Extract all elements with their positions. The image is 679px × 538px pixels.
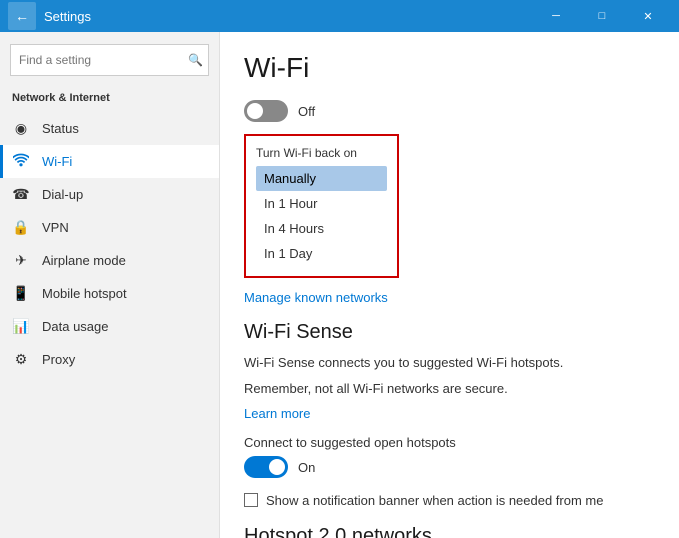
sidebar-item-status[interactable]: ◉ Status: [0, 112, 219, 145]
wifi-icon: [12, 153, 30, 170]
content-area: Wi-Fi Off Turn Wi-Fi back on Manually In…: [220, 32, 679, 538]
search-icon: 🔍: [188, 53, 203, 67]
minimize-button[interactable]: ─: [533, 0, 579, 32]
sidebar-item-dialup[interactable]: ☎ Dial-up: [0, 178, 219, 211]
dropdown-option-1hour[interactable]: In 1 Hour: [256, 191, 387, 216]
manage-networks-link[interactable]: Manage known networks: [244, 290, 655, 305]
close-button[interactable]: ✕: [625, 0, 671, 32]
sidebar-label-hotspot: Mobile hotspot: [42, 286, 127, 301]
page-title: Wi-Fi: [244, 52, 655, 84]
wifi-back-on-dropdown[interactable]: Turn Wi-Fi back on Manually In 1 Hour In…: [244, 134, 399, 278]
app-body: 🔍 Network & Internet ◉ Status Wi-Fi ☎ Di…: [0, 32, 679, 538]
sidebar-section-title: Network & Internet: [0, 88, 219, 112]
connect-toggle-row: On: [244, 456, 655, 478]
titlebar-controls: ─ □ ✕: [533, 0, 671, 32]
sidebar-label-vpn: VPN: [42, 220, 69, 235]
airplane-icon: ✈: [12, 252, 30, 269]
sidebar-label-airplane: Airplane mode: [42, 253, 126, 268]
sidebar-item-proxy[interactable]: ⚙ Proxy: [0, 343, 219, 376]
toggle-thumb: [247, 103, 263, 119]
connect-toggle-label: On: [298, 460, 315, 475]
back-icon: ←: [15, 8, 29, 24]
wifi-sense-title: Wi-Fi Sense: [244, 321, 655, 344]
sidebar: 🔍 Network & Internet ◉ Status Wi-Fi ☎ Di…: [0, 32, 220, 538]
sidebar-label-datausage: Data usage: [42, 319, 109, 334]
maximize-icon: □: [599, 10, 606, 22]
titlebar-left: ← Settings: [8, 2, 91, 30]
hotspot-icon: 📱: [12, 285, 30, 302]
dropdown-label: Turn Wi-Fi back on: [256, 146, 387, 160]
maximize-button[interactable]: □: [579, 0, 625, 32]
status-icon: ◉: [12, 120, 30, 137]
sense-description1: Wi-Fi Sense connects you to suggested Wi…: [244, 354, 655, 372]
hotspot-section-title: Hotspot 2.0 networks: [244, 525, 655, 538]
notification-checkbox-label: Show a notification banner when action i…: [266, 492, 603, 510]
sidebar-item-hotspot[interactable]: 📱 Mobile hotspot: [0, 277, 219, 310]
search-input[interactable]: [10, 44, 209, 76]
close-icon: ✕: [643, 10, 652, 23]
wifi-toggle-row: Off: [244, 100, 655, 122]
dropdown-option-1day[interactable]: In 1 Day: [256, 241, 387, 266]
back-button[interactable]: ←: [8, 2, 36, 30]
sidebar-item-airplane[interactable]: ✈ Airplane mode: [0, 244, 219, 277]
connect-hotspots-row: Connect to suggested open hotspots On: [244, 435, 655, 478]
datausage-icon: 📊: [12, 318, 30, 335]
dropdown-option-manually[interactable]: Manually: [256, 166, 387, 191]
sidebar-label-status: Status: [42, 121, 79, 136]
learn-more-link[interactable]: Learn more: [244, 406, 655, 421]
minimize-icon: ─: [552, 10, 560, 22]
notification-checkbox-row: Show a notification banner when action i…: [244, 492, 655, 510]
vpn-icon: 🔒: [12, 219, 30, 236]
titlebar-title: Settings: [44, 9, 91, 24]
sidebar-item-vpn[interactable]: 🔒 VPN: [0, 211, 219, 244]
dialup-icon: ☎: [12, 186, 30, 203]
proxy-icon: ⚙: [12, 351, 30, 368]
sidebar-label-proxy: Proxy: [42, 352, 75, 367]
wifi-toggle[interactable]: [244, 100, 288, 122]
sidebar-label-wifi: Wi-Fi: [42, 154, 72, 169]
connect-toggle[interactable]: [244, 456, 288, 478]
wifi-toggle-label: Off: [298, 104, 315, 119]
notification-checkbox[interactable]: [244, 493, 258, 507]
titlebar: ← Settings ─ □ ✕: [0, 0, 679, 32]
dropdown-option-4hours[interactable]: In 4 Hours: [256, 216, 387, 241]
sidebar-item-wifi[interactable]: Wi-Fi: [0, 145, 219, 178]
connect-hotspots-label: Connect to suggested open hotspots: [244, 435, 655, 450]
sidebar-label-dialup: Dial-up: [42, 187, 83, 202]
connect-toggle-thumb: [269, 459, 285, 475]
search-container: 🔍: [10, 44, 209, 76]
sense-description2: Remember, not all Wi-Fi networks are sec…: [244, 380, 655, 398]
sidebar-item-datausage[interactable]: 📊 Data usage: [0, 310, 219, 343]
